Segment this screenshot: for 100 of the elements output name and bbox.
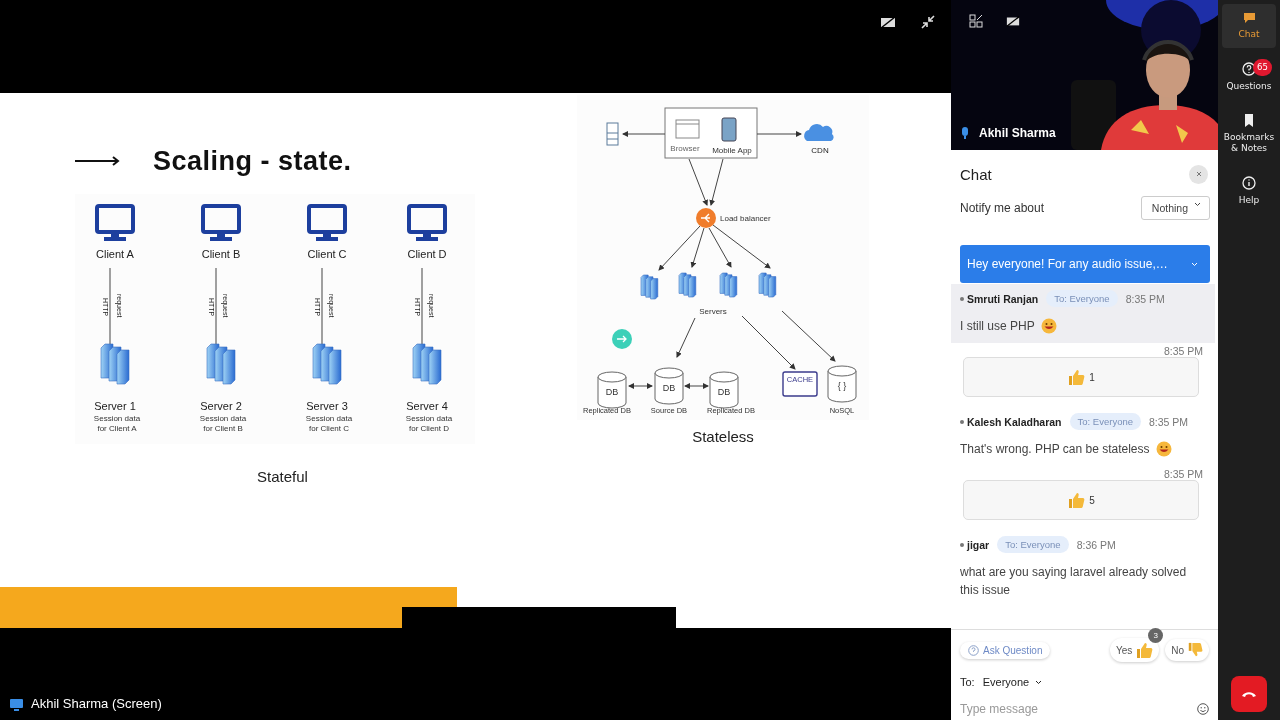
bookmark-icon [1244,114,1254,127]
session-label: Session data [405,414,453,423]
server-icon [606,122,619,146]
grid-icon[interactable] [969,14,983,28]
ask-question-button[interactable]: Ask Question [960,641,1051,659]
database-icon [654,367,684,405]
message-text: what are you saying laravel already solved this issue [960,564,1188,599]
end-call-button[interactable] [1231,676,1267,712]
collapse-icon[interactable] [919,14,937,30]
chevron-icon [1194,202,1201,207]
database-icon [597,371,627,409]
vote-count-badge: 3 [1148,628,1164,643]
session-label: Session data [305,414,353,423]
question-icon [1242,62,1256,76]
session-label: Session data [93,414,141,423]
server-label: Server 1 [94,400,136,412]
recipient-tag: To: Everyone [997,536,1069,553]
server-icon [100,343,130,385]
arrow [756,131,802,137]
server-icon [412,343,442,385]
thumbs-up-icon [1067,491,1086,509]
cache-box [782,371,818,397]
cdn-label: CDN [811,146,829,155]
thumbs-down-icon [1187,642,1203,658]
server-icon [758,272,777,298]
session-label: for Client B [203,424,243,433]
sidebar-tab[interactable]: Help [1222,168,1276,214]
load-balancer-icon [696,208,716,228]
servers-label: Servers [699,307,727,316]
chevron-icon [1035,679,1043,685]
arrow [622,131,666,137]
question-icon [968,644,979,656]
sidebar-tab[interactable]: Questions 65 [1222,54,1276,100]
arrow [709,158,724,206]
recipient-dropdown[interactable]: Everyone [982,676,1043,688]
message-author: Smruti Ranjan [967,292,1039,305]
status-dot [960,542,964,547]
server-icon [719,272,738,298]
browser-icon [675,119,700,139]
message-time: 8:35 PM [1149,415,1189,428]
camera-off-icon[interactable] [1005,14,1021,28]
emoji-picker-icon[interactable] [1197,703,1209,715]
cloud-icon [804,124,834,141]
browser-label: Browser [670,144,700,153]
notify-dropdown[interactable]: Nothing [1140,196,1210,220]
server-label: Server 2 [200,400,242,412]
client-label: Client D [407,248,447,260]
status-dot [960,296,964,301]
pinned-message[interactable]: Hey everyone! For any audio issue,… [960,245,1210,283]
close-icon [1195,171,1202,177]
server-icon [640,274,659,300]
sidebar-tab[interactable]: Chat [1222,4,1276,48]
message-time: 8:35 PM [1125,292,1165,305]
client-label: Client C [307,248,347,260]
phone-icon [721,117,737,142]
arrow [684,383,709,389]
message-time: 8:35 PM [1163,468,1203,480]
database-symbol: DB [605,387,619,397]
database-symbol: { } [837,381,847,391]
status-dot [960,419,964,424]
diagram-caption: Stateless [692,428,754,445]
database-icon [827,365,857,403]
chat-icon [1242,12,1256,24]
arrow [628,383,653,389]
database-icon [709,371,739,409]
presenter-label: Akhil Sharma (Screen) [31,696,162,711]
arrow [741,315,796,370]
monitor-icon [407,204,447,241]
client-label: Client A [96,248,134,260]
slide-title: Scaling - state. [153,145,352,177]
session-label: for Client C [309,424,349,433]
database-symbol: DB [662,383,676,393]
sidebar-tab[interactable]: Bookmarks & Notes [1222,106,1276,162]
client-label: Client B [201,248,241,260]
arrow [676,317,696,358]
message-author: jigar [967,538,990,551]
load-balancer-label: Load balancer [720,214,771,223]
mobile-app-label: Mobile App [712,146,752,155]
server-icon [312,343,342,385]
thumbs-up-icon [1067,368,1086,386]
reaction-count: 5 [1089,494,1095,506]
message-time: 8:36 PM [1076,538,1116,551]
notify-label: Notify me about [960,201,1045,215]
session-label: for Client D [409,424,449,433]
server-label: Server 4 [406,400,448,412]
reaction-count: 1 [1089,371,1095,383]
no-button[interactable]: No [1165,639,1209,661]
server-label: Server 3 [306,400,348,412]
server-icon [678,272,697,298]
recipient-tag: To: Everyone [1046,290,1118,307]
recipient-label: To: [960,676,975,688]
message-author: Kalesh Kaladharan [967,415,1062,428]
participant-name: Akhil Sharma [979,126,1056,140]
yes-button[interactable]: Yes [1109,638,1160,662]
phone-icon [1241,690,1257,698]
chevron-icon [1191,261,1198,267]
server-icon [206,343,236,385]
monitor-icon [307,204,347,241]
message-time: 8:35 PM [1163,345,1203,357]
info-icon [1242,176,1256,190]
